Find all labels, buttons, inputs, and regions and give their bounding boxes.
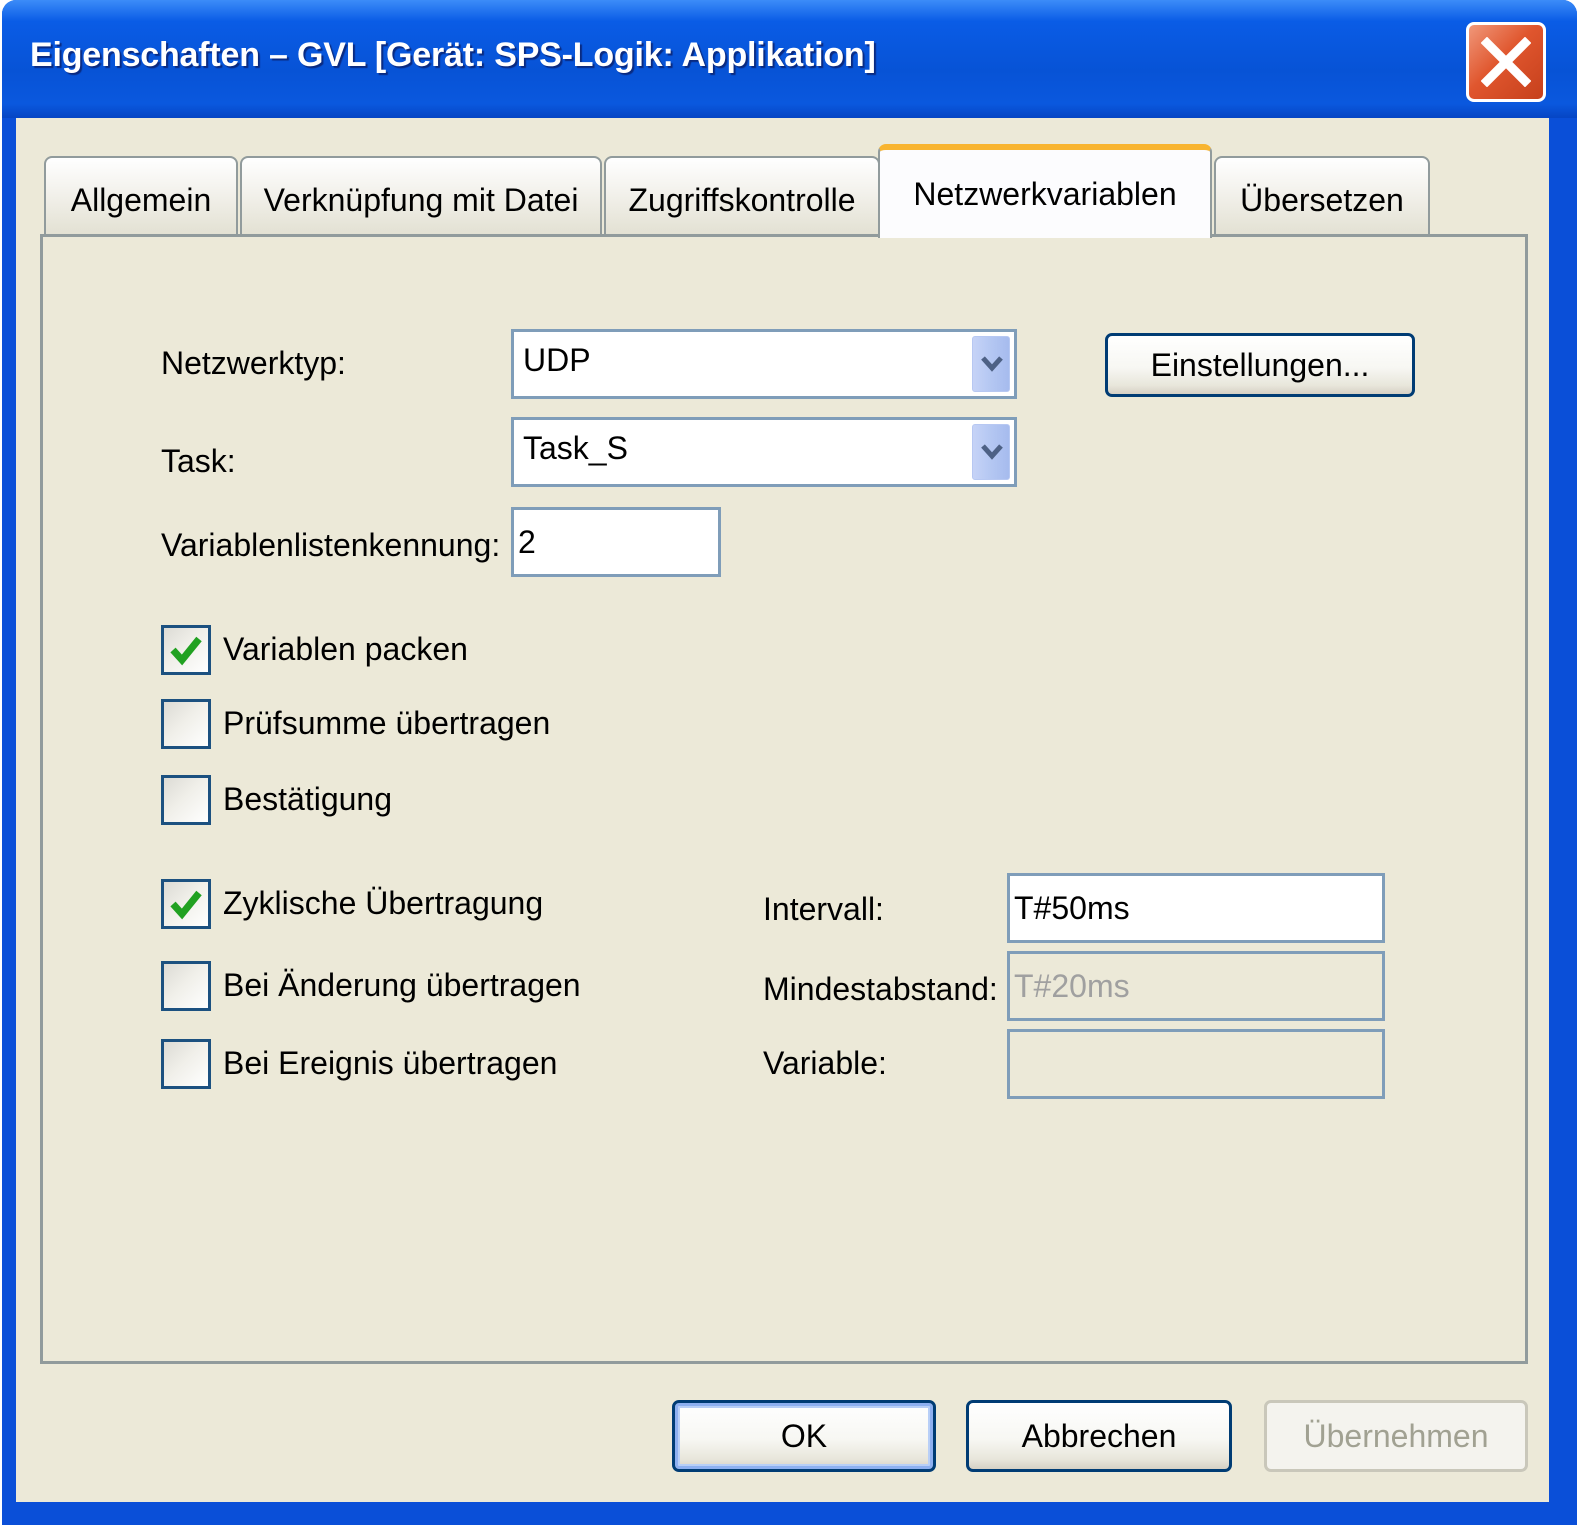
pack-variables-checkbox[interactable] bbox=[161, 625, 211, 675]
close-button[interactable] bbox=[1466, 22, 1546, 102]
chevron-down-icon bbox=[981, 444, 1003, 460]
variable-field bbox=[1007, 1029, 1385, 1099]
properties-dialog: Eigenschaften – GVL [Gerät: SPS-Logik: A… bbox=[2, 0, 1577, 1525]
min-gap-input bbox=[1010, 954, 1382, 1018]
tab-label: Verknüpfung mit Datei bbox=[263, 182, 579, 218]
variable-input bbox=[1010, 1032, 1382, 1096]
dropdown-button[interactable] bbox=[972, 336, 1010, 392]
list-id-input[interactable] bbox=[514, 510, 718, 574]
min-gap-label: Mindestabstand: bbox=[763, 971, 998, 1007]
acknowledge-checkbox[interactable] bbox=[161, 775, 211, 825]
tab-allgemein[interactable]: Allgemein bbox=[44, 156, 238, 234]
task-value: Task_S bbox=[523, 430, 628, 466]
tab-label: Zugriffskontrolle bbox=[628, 182, 856, 218]
ok-button[interactable]: OK bbox=[672, 1400, 936, 1472]
close-icon bbox=[1481, 37, 1531, 87]
network-type-label: Netzwerktyp: bbox=[161, 345, 346, 381]
tab-zugriffskontrolle[interactable]: Zugriffskontrolle bbox=[604, 156, 880, 234]
tab-uebersetzen[interactable]: Übersetzen bbox=[1214, 156, 1430, 234]
window-title: Eigenschaften – GVL [Gerät: SPS-Logik: A… bbox=[30, 36, 876, 74]
dropdown-button[interactable] bbox=[972, 424, 1010, 480]
check-mark-icon bbox=[170, 636, 202, 666]
tab-panel-netzwerkvariablen: Netzwerktyp: UDP Einstellungen... Task: … bbox=[40, 234, 1528, 1364]
on-change-checkbox[interactable] bbox=[161, 961, 211, 1011]
on-event-label: Bei Ereignis übertragen bbox=[223, 1045, 558, 1081]
tab-verknuepfung-mit-datei[interactable]: Verknüpfung mit Datei bbox=[240, 156, 602, 234]
cyclic-transmission-checkbox[interactable] bbox=[161, 879, 211, 929]
cyclic-transmission-label: Zyklische Übertragung bbox=[223, 885, 544, 921]
dialog-client-area: Allgemein Verknüpfung mit Datei Zugriffs… bbox=[16, 118, 1549, 1502]
apply-button: Übernehmen bbox=[1264, 1400, 1528, 1472]
tab-label: Netzwerkvariablen bbox=[913, 176, 1177, 212]
interval-input[interactable] bbox=[1010, 876, 1382, 940]
network-type-select[interactable]: UDP bbox=[511, 329, 1017, 399]
tab-netzwerkvariablen[interactable]: Netzwerkvariablen bbox=[878, 144, 1212, 238]
tab-label: Übersetzen bbox=[1240, 182, 1404, 218]
checksum-label: Prüfsumme übertragen bbox=[223, 705, 551, 741]
on-event-checkbox[interactable] bbox=[161, 1039, 211, 1089]
min-gap-field bbox=[1007, 951, 1385, 1021]
tab-label: Allgemein bbox=[70, 182, 212, 218]
cancel-button[interactable]: Abbrechen bbox=[966, 1400, 1232, 1472]
variable-label: Variable: bbox=[763, 1045, 887, 1081]
chevron-down-icon bbox=[981, 356, 1003, 372]
acknowledge-label: Bestätigung bbox=[223, 781, 393, 817]
task-select[interactable]: Task_S bbox=[511, 417, 1017, 487]
list-id-field[interactable] bbox=[511, 507, 721, 577]
list-id-label: Variablenlistenkennung: bbox=[161, 527, 501, 563]
task-label: Task: bbox=[161, 443, 236, 479]
checksum-checkbox[interactable] bbox=[161, 699, 211, 749]
interval-field[interactable] bbox=[1007, 873, 1385, 943]
settings-button[interactable]: Einstellungen... bbox=[1105, 333, 1415, 397]
check-mark-icon bbox=[170, 890, 202, 920]
network-type-value: UDP bbox=[523, 342, 591, 378]
on-change-label: Bei Änderung übertragen bbox=[223, 967, 581, 1003]
interval-label: Intervall: bbox=[763, 891, 884, 927]
title-bar[interactable]: Eigenschaften – GVL [Gerät: SPS-Logik: A… bbox=[2, 0, 1577, 118]
pack-variables-label: Variablen packen bbox=[223, 631, 468, 667]
